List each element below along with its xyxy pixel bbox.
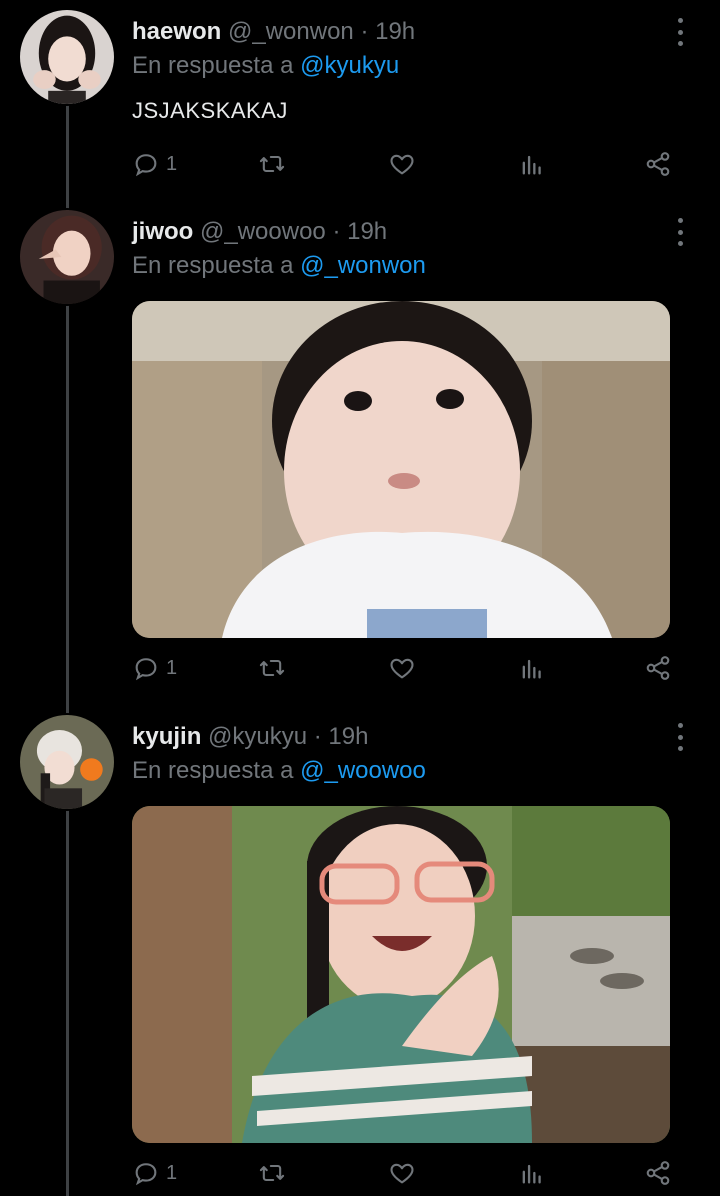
user-handle[interactable]: @kyukyu [208,723,307,750]
reply-prefix: En respuesta a [132,757,294,784]
reply-prefix: En respuesta a [132,52,294,79]
tweet-header: haewon @_wonwon · 19h [132,18,415,46]
analytics-button[interactable] [518,144,546,184]
share-icon [646,656,670,680]
more-options-icon[interactable] [672,723,688,751]
retweet-button[interactable] [258,648,286,688]
share-button[interactable] [644,144,672,184]
reply-prefix: En respuesta a [132,252,294,279]
reply-count: 1 [166,1161,178,1184]
tweet-kyujin[interactable]: kyujin @kyukyu · 19h En respuesta a @_wo… [0,705,720,1196]
like-icon [390,1163,414,1184]
reply-count: 1 [166,656,178,679]
tweet-haewon[interactable]: haewon @_wonwon · 19h En respuesta a @ky… [0,0,720,200]
share-icon [646,1161,670,1185]
share-button[interactable] [644,1153,672,1193]
like-icon [390,154,414,175]
reply-button[interactable]: 1 [132,648,177,688]
tweet-header: jiwoo @_woowoo · 19h [132,218,387,246]
avatar[interactable] [18,713,116,811]
retweet-icon [259,155,285,173]
reply-button[interactable]: 1 [132,144,177,184]
like-button[interactable] [388,144,416,184]
analytics-icon [522,659,541,679]
analytics-icon [522,155,541,175]
analytics-button[interactable] [518,648,546,688]
tweet-photo[interactable] [132,301,670,638]
action-bar: 1 [132,144,692,184]
timestamp[interactable]: · 19h [332,218,387,245]
share-button[interactable] [644,648,672,688]
reply-mention[interactable]: @_woowoo [300,757,426,784]
analytics-button[interactable] [518,1153,546,1193]
timestamp[interactable]: · 19h [314,723,369,750]
retweet-button[interactable] [258,1153,286,1193]
user-handle[interactable]: @_woowoo [200,218,326,245]
reply-context: En respuesta a @_wonwon [132,252,426,280]
timestamp[interactable]: · 19h [360,18,415,45]
analytics-icon [522,1164,541,1184]
reply-icon [135,1163,157,1186]
display-name[interactable]: jiwoo [132,218,193,245]
more-options-icon[interactable] [672,18,688,46]
reply-icon [135,658,157,681]
reply-mention[interactable]: @_wonwon [300,252,426,279]
reply-icon [135,154,157,177]
action-bar: 1 [132,1153,692,1193]
tweet-text: JSJAKSKAKAJ [132,98,288,123]
user-handle[interactable]: @_wonwon [228,18,354,45]
like-button[interactable] [388,648,416,688]
retweet-icon [259,659,285,677]
action-bar: 1 [132,648,692,688]
display-name[interactable]: haewon [132,18,221,45]
like-button[interactable] [388,1153,416,1193]
avatar[interactable] [18,208,116,306]
share-icon [646,152,670,176]
avatar[interactable] [18,8,116,106]
reply-context: En respuesta a @kyukyu [132,52,399,80]
tweet-header: kyujin @kyukyu · 19h [132,723,368,751]
reply-count: 1 [166,152,178,175]
like-icon [390,658,414,679]
retweet-button[interactable] [258,144,286,184]
reply-mention[interactable]: @kyukyu [300,52,399,79]
reply-context: En respuesta a @_woowoo [132,757,426,785]
display-name[interactable]: kyujin [132,723,201,750]
more-options-icon[interactable] [672,218,688,246]
tweet-jiwoo[interactable]: jiwoo @_woowoo · 19h En respuesta a @_wo… [0,200,720,705]
reply-button[interactable]: 1 [132,1153,177,1193]
retweet-icon [259,1164,285,1182]
tweet-photo[interactable] [132,806,670,1143]
